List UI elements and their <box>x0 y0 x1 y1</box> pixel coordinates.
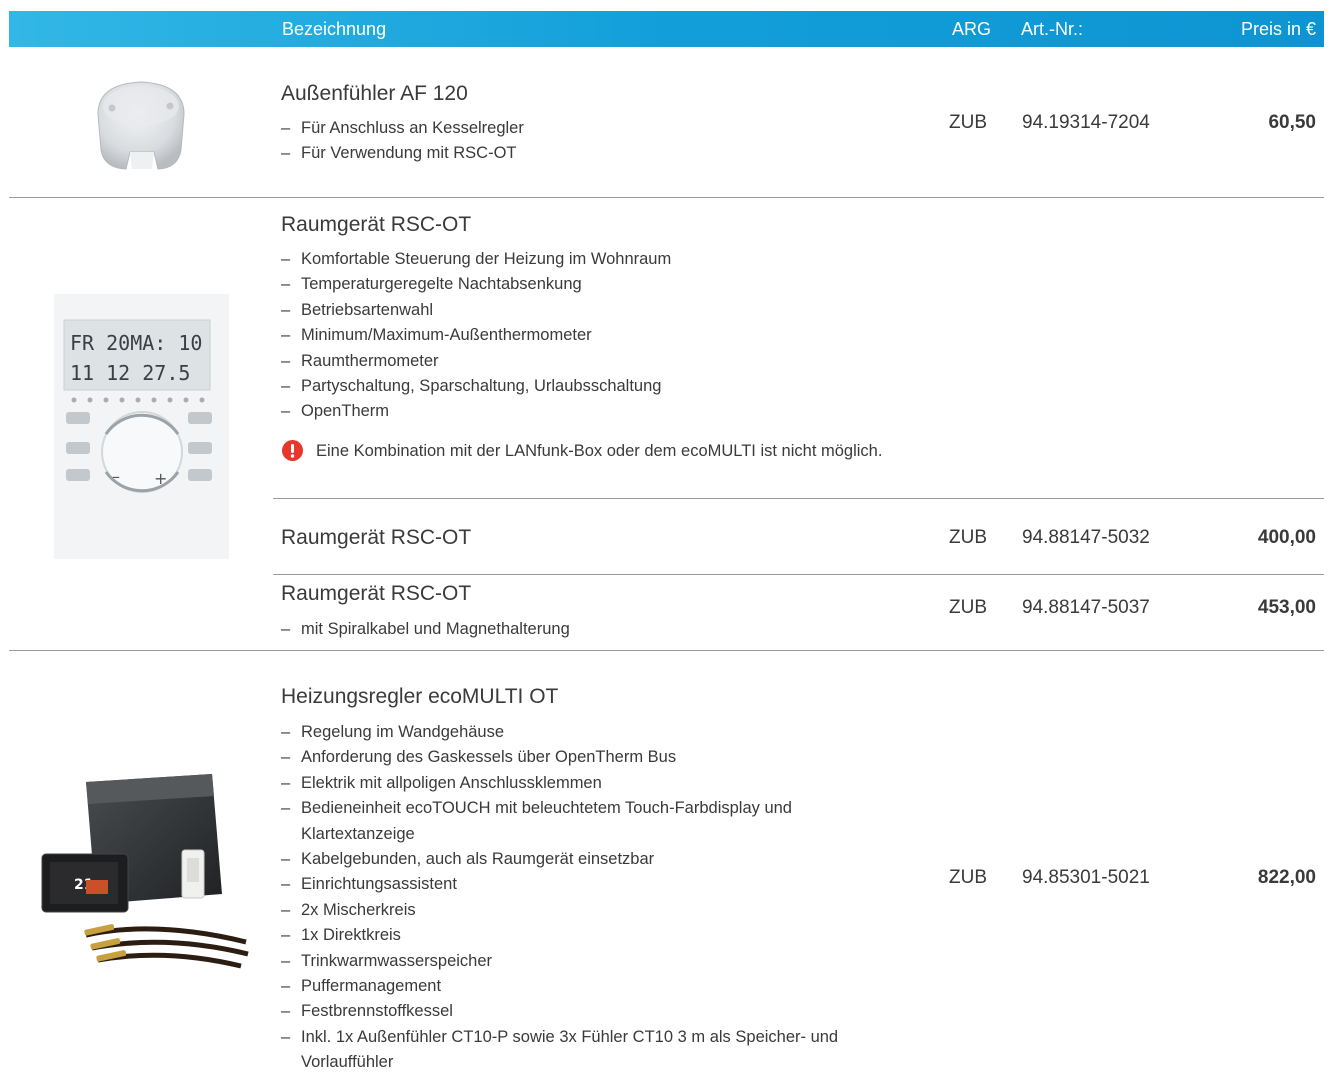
header-arg: ARG <box>952 19 992 39</box>
list-item: Temperaturgeregelte Nachtabsenkung <box>281 272 901 298</box>
arg-value: ZUB <box>949 597 987 618</box>
header-bezeichnung: Bezeichnung <box>282 19 387 39</box>
price-value: 400,00 <box>1257 527 1316 548</box>
list-item: Bedieneinheit ecoTOUCH mit beleuchtetem … <box>281 796 901 847</box>
divider <box>273 574 1324 575</box>
divider <box>273 498 1324 499</box>
arg-value: ZUB <box>949 867 987 888</box>
svg-text:+: + <box>154 469 167 488</box>
list-item: Inkl. 1x Außenfühler CT10-P sowie 3x Füh… <box>281 1025 901 1076</box>
list-item: Elektrik mit allpoligen Anschlussklemmen <box>281 771 901 797</box>
table-header: Bezeichnung ARG Art.-Nr.: Preis in € <box>9 11 1324 47</box>
list-item: Partyschaltung, Sparschaltung, Urlaubssc… <box>281 374 901 400</box>
variant-title: Raumgerät RSC-OT <box>281 526 472 549</box>
display-line-2: 11 12 27.5 <box>70 361 190 385</box>
list-item: OpenTherm <box>281 399 901 425</box>
price-value: 822,00 <box>1257 867 1316 888</box>
variant-sub-list: mit Spiralkabel und Magnethalterung <box>281 617 901 643</box>
article-number: 94.88147-5037 <box>1022 597 1150 618</box>
price-value: 453,00 <box>1257 597 1316 618</box>
warning-note: Eine Kombination mit der LANfunk-Box ode… <box>282 439 906 464</box>
list-item: Raumthermometer <box>281 349 901 375</box>
arg-value: ZUB <box>949 527 987 548</box>
list-item: Anforderung des Gaskessels über OpenTher… <box>281 745 901 771</box>
list-item: 2x Mischerkreis <box>281 898 901 924</box>
divider <box>9 197 1324 198</box>
article-number: 94.19314-7204 <box>1022 112 1150 133</box>
feature-list-rsc-ot: Komfortable Steuerung der Heizung im Woh… <box>281 247 901 425</box>
list-item: Betriebsartenwahl <box>281 298 901 324</box>
sensor-image <box>88 72 194 174</box>
divider <box>9 650 1324 651</box>
list-item: Für Anschluss an Kesselregler <box>281 116 901 142</box>
product-title-ecomulti: Heizungsregler ecoMULTI OT <box>281 685 559 708</box>
product-title-af120: Außenfühler AF 120 <box>281 82 468 105</box>
article-number: 94.85301-5021 <box>1022 867 1150 888</box>
list-item: Komfortable Steuerung der Heizung im Woh… <box>281 247 901 273</box>
list-item: Festbrennstoffkessel <box>281 999 901 1025</box>
list-item: Für Verwendung mit RSC-OT <box>281 141 901 167</box>
product-title-rsc-ot: Raumgerät RSC-OT <box>281 213 472 236</box>
price-value: 60,50 <box>1268 112 1316 133</box>
list-item: mit Spiralkabel und Magnethalterung <box>281 617 901 643</box>
svg-text:–: – <box>112 467 120 486</box>
article-number: 94.88147-5032 <box>1022 527 1150 548</box>
list-item: Regelung im Wandgehäuse <box>281 720 901 746</box>
list-item: Einrichtungsassistent <box>281 872 901 898</box>
controller-image: 21 <box>36 770 251 970</box>
list-item: Trinkwarmwasserspeicher <box>281 949 901 975</box>
list-item: Puffermanagement <box>281 974 901 1000</box>
feature-list-af120: Für Anschluss an Kesselregler Für Verwen… <box>281 116 901 167</box>
list-item: 1x Direktkreis <box>281 923 901 949</box>
arg-value: ZUB <box>949 112 987 133</box>
feature-list-ecomulti: Regelung im Wandgehäuse Anforderung des … <box>281 720 901 1076</box>
list-item: Kabelgebunden, auch als Raumgerät einset… <box>281 847 901 873</box>
display-line-1: FR 20MA: 10 <box>70 331 202 355</box>
header-art-nr: Art.-Nr.: <box>1021 19 1083 39</box>
exclamation-icon <box>282 440 303 461</box>
warning-text: Eine Kombination mit der LANfunk-Box ode… <box>316 442 883 460</box>
variant-title: Raumgerät RSC-OT <box>281 582 472 605</box>
room-device-image: FR 20MA: 10 11 12 27.5 – + <box>54 294 229 559</box>
list-item: Minimum/Maximum-Außenthermometer <box>281 323 901 349</box>
header-preis: Preis in € <box>1240 19 1316 39</box>
